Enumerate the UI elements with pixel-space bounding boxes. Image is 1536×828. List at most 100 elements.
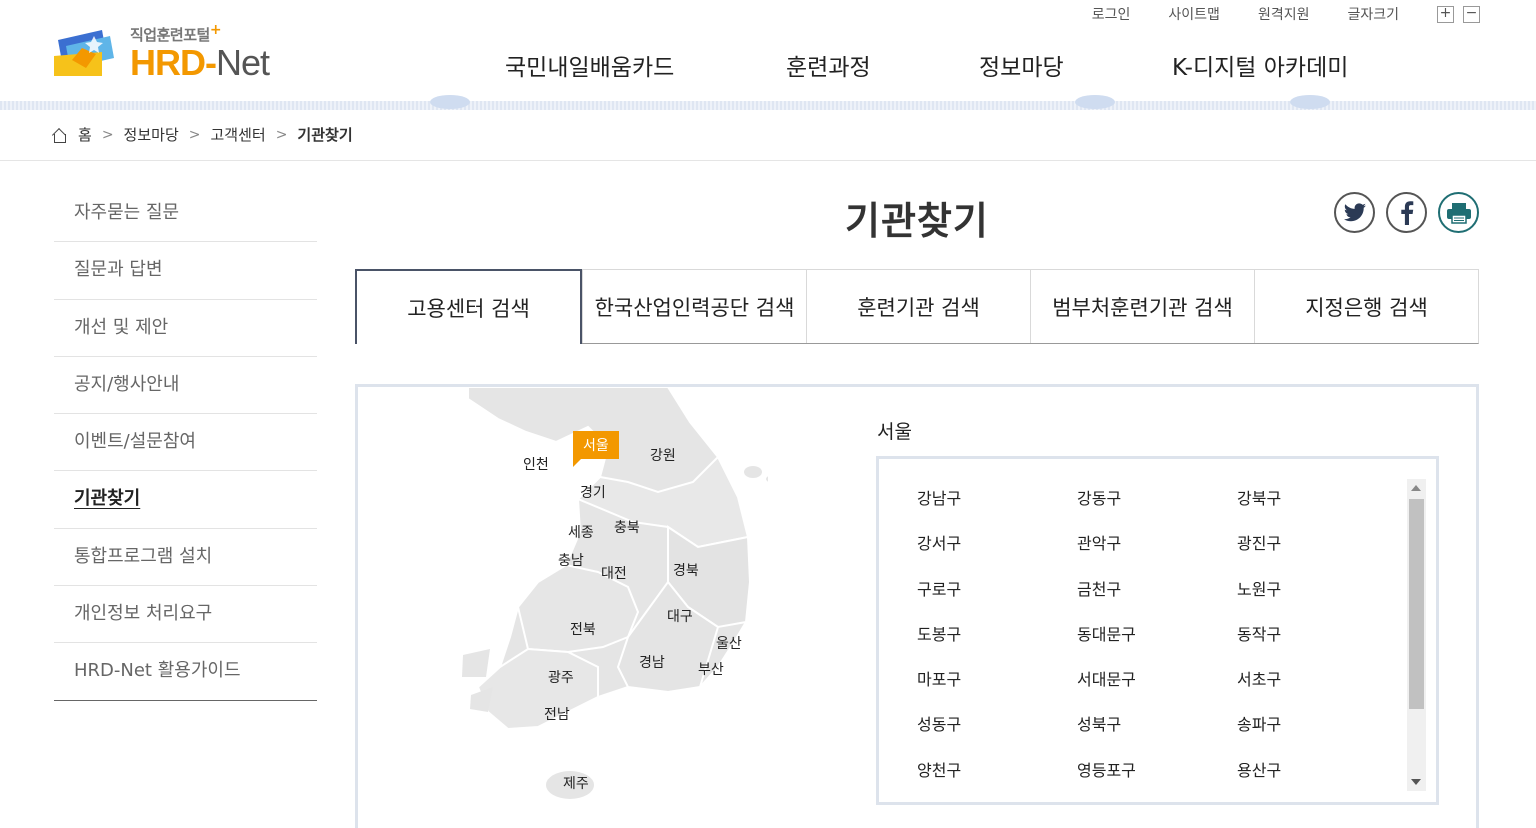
breadcrumb-separator: >	[101, 126, 114, 143]
district-link[interactable]: 서초구	[1237, 666, 1397, 711]
tab-interministerial-institution[interactable]: 범부처훈련기관 검색	[1030, 270, 1254, 343]
sidebar-item-find-institution[interactable]: 기관찾기	[54, 471, 317, 529]
district-link[interactable]: 도봉구	[917, 621, 1077, 666]
district-link[interactable]: 강북구	[1237, 485, 1397, 530]
search-tabs: 고용센터 검색 한국산업인력공단 검색 훈련기관 검색 범부처훈련기관 검색 지…	[355, 269, 1479, 344]
district-scrollbar[interactable]	[1407, 479, 1426, 791]
utility-menu: 로그인 사이트맵 원격지원 글자크기 + −	[1054, 4, 1480, 24]
breadcrumb-customer-center[interactable]: 고객센터	[210, 124, 265, 145]
home-icon[interactable]	[52, 128, 66, 143]
sidebar-item-suggestion[interactable]: 개선 및 제안	[54, 300, 317, 357]
twitter-icon	[1343, 202, 1366, 221]
map-region-label[interactable]: 충남	[558, 550, 584, 570]
font-decrease-button[interactable]: −	[1463, 5, 1480, 23]
map-region-label[interactable]: 경북	[673, 560, 699, 580]
sidebar-item-notice[interactable]: 공지/행사안내	[54, 357, 317, 415]
hrd-net-logo[interactable]: 직업훈련포털+ HRD-Net	[52, 22, 302, 83]
remote-support-link[interactable]: 원격지원	[1258, 4, 1310, 24]
district-row: 구로구 금천구 노원구	[917, 576, 1397, 621]
print-button[interactable]	[1438, 192, 1479, 233]
district-link[interactable]: 동작구	[1237, 621, 1397, 666]
sidebar-item-event[interactable]: 이벤트/설문참여	[54, 414, 317, 472]
sitemap-link[interactable]: 사이트맵	[1168, 4, 1220, 24]
map-region-label[interactable]: 부산	[698, 659, 724, 679]
map-region-label[interactable]: 제주	[563, 773, 589, 793]
tab-training-institution[interactable]: 훈련기관 검색	[806, 270, 1030, 343]
nav-info[interactable]: 정보마당	[979, 48, 1064, 82]
korea-map[interactable]: 서울 인천 강원 경기 세종 충북 충남 대전 경북 대구 전북 울산 경남 부…	[428, 386, 774, 827]
nav-training-courses[interactable]: 훈련과정	[786, 48, 871, 82]
district-link[interactable]: 서대문구	[1077, 666, 1237, 711]
sidebar-item-qna[interactable]: 질문과 답변	[54, 242, 317, 300]
header-decoration	[0, 95, 1536, 110]
district-row: 마포구 서대문구 서초구	[917, 666, 1397, 711]
district-row: 양천구 영등포구 용산구	[917, 757, 1397, 802]
map-region-seoul-selected[interactable]: 서울	[573, 431, 619, 467]
district-link[interactable]: 구로구	[917, 576, 1077, 621]
tab-designated-bank[interactable]: 지정은행 검색	[1254, 270, 1478, 343]
font-size-label: 글자크기	[1347, 7, 1399, 23]
nav-card[interactable]: 국민내일배움카드	[505, 48, 674, 82]
scroll-down-icon[interactable]	[1411, 779, 1421, 785]
district-link[interactable]: 강동구	[1077, 485, 1237, 530]
district-link[interactable]: 마포구	[917, 666, 1077, 711]
district-link[interactable]: 관악구	[1077, 530, 1237, 575]
district-link[interactable]: 강남구	[917, 485, 1077, 530]
font-increase-button[interactable]: +	[1437, 5, 1454, 23]
map-region-label[interactable]: 울산	[716, 633, 742, 653]
nav-k-digital[interactable]: K-디지털 아카데미	[1172, 48, 1348, 82]
map-region-label[interactable]: 경남	[639, 652, 665, 672]
sidebar-item-guide[interactable]: HRD-Net 활용가이드	[54, 643, 317, 701]
map-region-label[interactable]: 전남	[544, 704, 570, 724]
facebook-icon	[1400, 200, 1413, 225]
district-row: 도봉구 동대문구 동작구	[917, 621, 1397, 666]
map-region-label[interactable]: 대구	[667, 606, 693, 626]
twitter-share-button[interactable]	[1334, 192, 1375, 233]
district-link[interactable]: 양천구	[917, 757, 1077, 802]
district-link[interactable]: 노원구	[1237, 576, 1397, 621]
share-buttons	[1334, 192, 1479, 233]
district-link[interactable]: 광진구	[1237, 530, 1397, 575]
breadcrumb-home[interactable]: 홈	[78, 124, 92, 145]
header: 직업훈련포털+ HRD-Net 로그인 사이트맵 원격지원 글자크기 + − 국…	[0, 0, 1536, 110]
map-region-label[interactable]: 강원	[650, 445, 676, 465]
scroll-up-icon[interactable]	[1411, 485, 1421, 491]
login-link[interactable]: 로그인	[1092, 4, 1131, 24]
sidebar-item-privacy-request[interactable]: 개인정보 처리요구	[54, 586, 317, 644]
district-link[interactable]: 성북구	[1077, 711, 1237, 756]
map-region-label[interactable]: 경기	[580, 482, 606, 502]
tab-hrd-korea[interactable]: 한국산업인력공단 검색	[582, 270, 806, 343]
district-link[interactable]: 강서구	[917, 530, 1077, 575]
district-link[interactable]: 동대문구	[1077, 621, 1237, 666]
scroll-thumb[interactable]	[1409, 499, 1424, 709]
map-region-label[interactable]: 인천	[523, 454, 549, 474]
print-icon	[1446, 202, 1471, 224]
map-region-label[interactable]: 전북	[570, 619, 596, 639]
breadcrumb-separator: >	[188, 126, 201, 143]
district-row: 강남구 강동구 강북구	[917, 485, 1397, 530]
map-region-label[interactable]: 대전	[601, 563, 627, 583]
district-row: 성동구 성북구 송파구	[917, 711, 1397, 756]
map-region-label[interactable]: 충북	[614, 517, 640, 537]
breadcrumb-info[interactable]: 정보마당	[124, 124, 179, 145]
selected-region-title: 서울	[877, 421, 912, 443]
tab-employment-center[interactable]: 고용센터 검색	[355, 269, 582, 344]
sidebar-item-faq[interactable]: 자주묻는 질문	[54, 185, 317, 243]
font-size-control: 글자크기 + −	[1347, 4, 1480, 24]
district-link[interactable]: 금천구	[1077, 576, 1237, 621]
search-content: 서울 인천 강원 경기 세종 충북 충남 대전 경북 대구 전북 울산 경남 부…	[355, 384, 1479, 828]
page-title: 기관찾기	[845, 199, 989, 243]
logo-title: HRD-Net	[130, 42, 270, 83]
sidebar-item-program-install[interactable]: 통합프로그램 설치	[54, 529, 317, 587]
district-list-box: 강남구 강동구 강북구 강서구 관악구 광진구 구로구 금천구 노원구 도봉구 …	[876, 456, 1439, 805]
breadcrumb-separator: >	[275, 126, 288, 143]
district-link[interactable]: 영등포구	[1077, 757, 1237, 802]
district-link[interactable]: 성동구	[917, 711, 1077, 756]
district-link[interactable]: 송파구	[1237, 711, 1397, 756]
logo-icon	[54, 30, 114, 76]
district-link[interactable]: 용산구	[1237, 757, 1397, 802]
breadcrumb-current: 기관찾기	[297, 126, 353, 144]
map-region-label[interactable]: 광주	[548, 667, 574, 687]
facebook-share-button[interactable]	[1386, 192, 1427, 233]
map-region-label[interactable]: 세종	[568, 522, 594, 542]
